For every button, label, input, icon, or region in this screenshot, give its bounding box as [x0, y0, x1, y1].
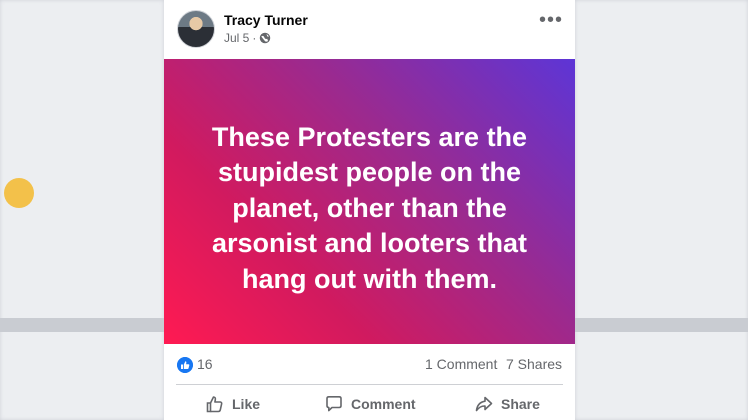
share-button[interactable]: Share — [474, 392, 540, 416]
post-text: These Protesters are the stupidest peopl… — [211, 121, 528, 294]
comment-label: Comment — [351, 396, 416, 412]
background-right-panel — [575, 0, 748, 420]
meta-separator: · — [252, 31, 257, 45]
background-emoji-icon — [4, 178, 34, 208]
reaction-count[interactable]: 16 — [197, 356, 213, 372]
share-label: Share — [501, 396, 540, 412]
facebook-post-card: Tracy Turner Jul 5 · ••• These Protester… — [164, 0, 575, 420]
action-divider — [176, 384, 563, 385]
comment-count[interactable]: 1 Comment — [425, 356, 497, 372]
share-arrow-icon — [475, 396, 493, 412]
share-count[interactable]: 7 Shares — [506, 356, 562, 372]
thumbs-up-icon — [206, 396, 223, 413]
like-reaction-icon[interactable] — [177, 357, 193, 373]
background-left-panel — [0, 0, 164, 420]
globe-icon[interactable] — [259, 32, 271, 44]
post-actions: Like Comment Share — [164, 388, 575, 420]
post-background-banner: These Protesters are the stupidest peopl… — [164, 59, 575, 344]
author-name[interactable]: Tracy Turner — [224, 12, 308, 28]
post-date[interactable]: Jul 5 — [224, 31, 249, 45]
post-stats: 16 1 Comment 7 Shares — [164, 350, 575, 380]
comment-icon — [326, 396, 342, 412]
like-label: Like — [232, 396, 261, 412]
more-options-icon[interactable]: ••• — [539, 10, 563, 30]
like-button[interactable]: Like — [205, 392, 260, 416]
post-meta: Jul 5 · — [224, 31, 271, 45]
comment-button[interactable]: Comment — [324, 392, 416, 416]
author-avatar[interactable] — [177, 10, 215, 48]
post-header: Tracy Turner Jul 5 · ••• — [164, 0, 575, 58]
